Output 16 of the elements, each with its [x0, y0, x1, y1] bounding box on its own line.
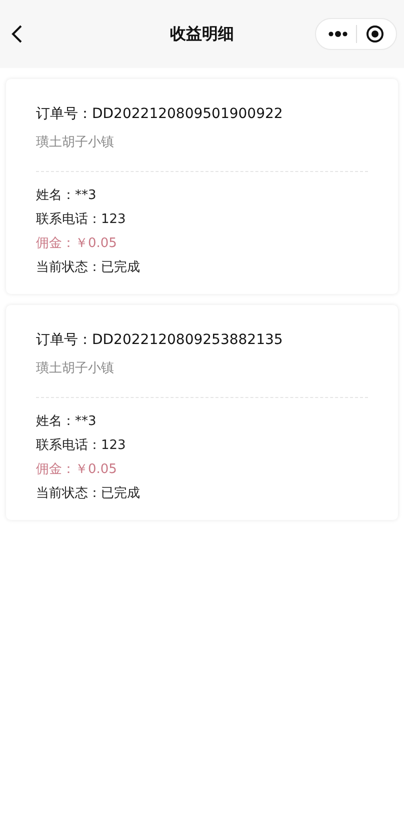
detail-text: 联系电话：123	[36, 211, 127, 229]
detail-text: 佣金：￥0.05	[36, 461, 118, 479]
detail-text: 佣金：￥0.05	[36, 235, 118, 253]
detail-text: 姓名：**3	[36, 413, 98, 431]
more-icon[interactable]	[328, 31, 348, 37]
close-icon[interactable]	[366, 25, 384, 43]
order-number: 订单号：DD2022120809253882135	[36, 331, 284, 350]
page-title: 收益明细	[170, 24, 234, 44]
detail-text: 当前状态：已完成	[36, 259, 141, 277]
order-number: 订单号：DD2022120809501900922	[36, 105, 284, 124]
detail-text: 当前状态：已完成	[36, 485, 141, 503]
back-icon[interactable]	[11, 24, 23, 44]
detail-text: 姓名：**3	[36, 187, 98, 205]
shop-name: 璜土胡子小镇	[36, 360, 115, 378]
shop-name: 璜土胡子小镇	[36, 134, 115, 152]
detail-text: 联系电话：123	[36, 437, 127, 455]
